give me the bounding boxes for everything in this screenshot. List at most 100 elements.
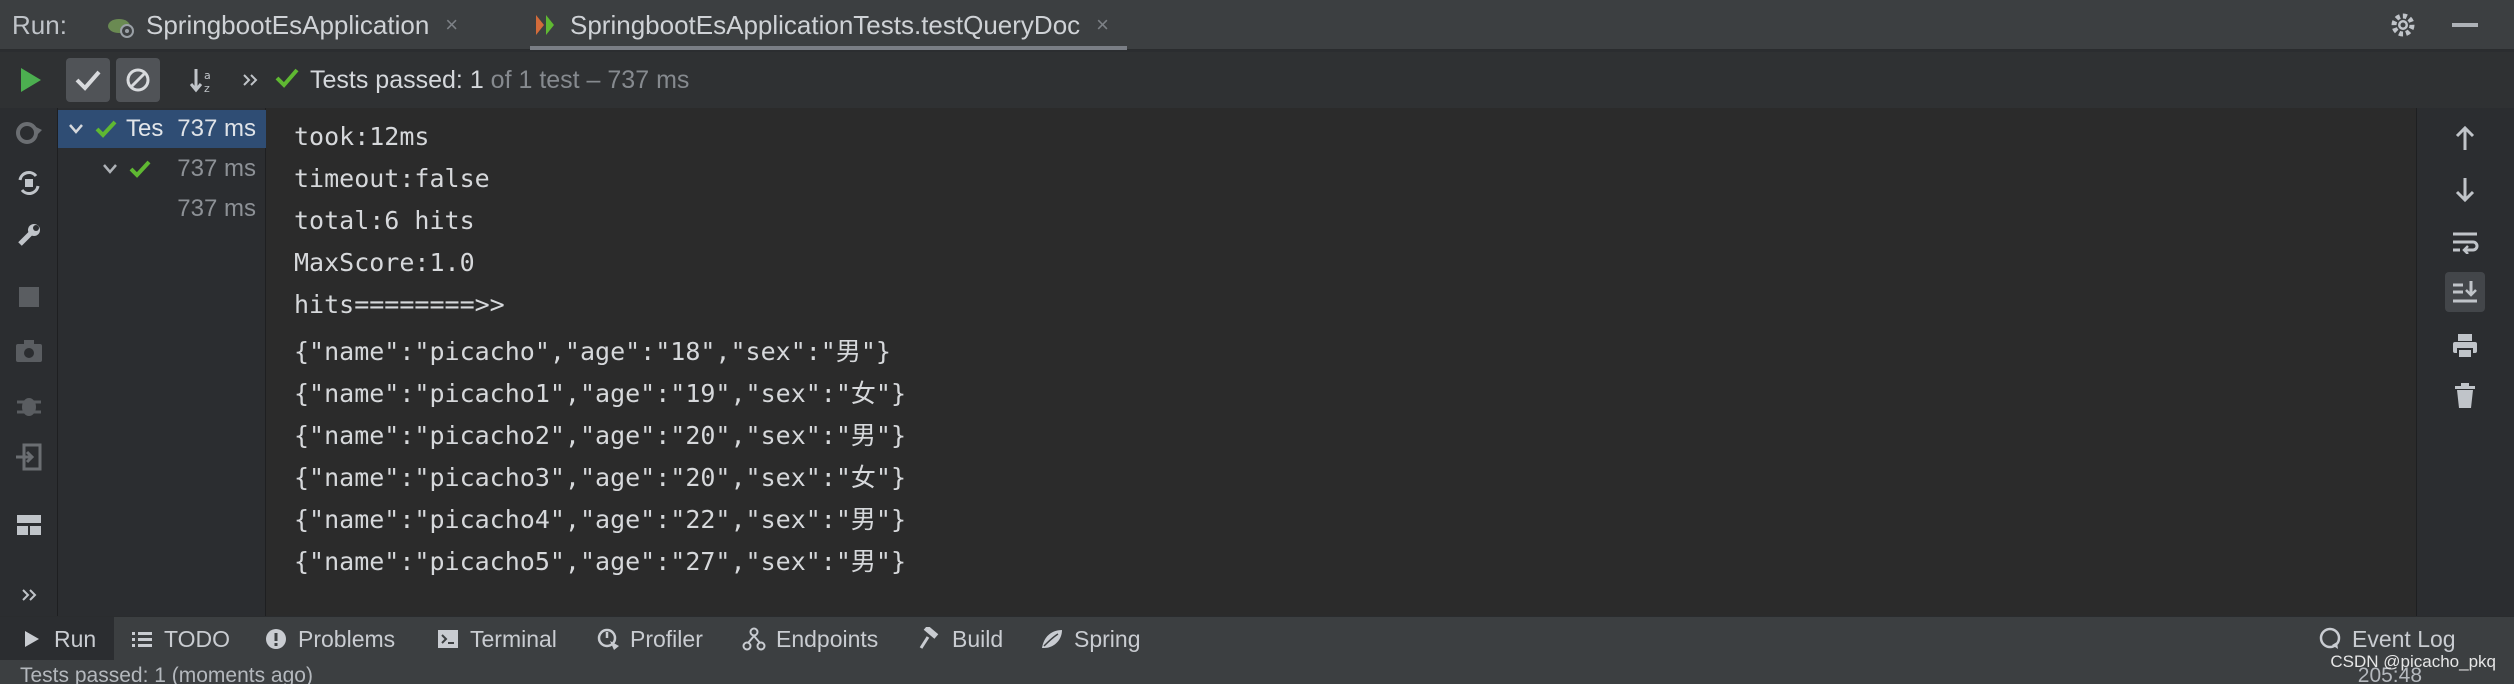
console-line: {"name":"picacho2","age":"20","sex":"男"}: [294, 421, 906, 450]
tool-window-profiler[interactable]: Profiler: [596, 617, 703, 661]
status-message[interactable]: Tests passed: 1 (moments ago): [20, 664, 313, 684]
print-icon[interactable]: [2445, 326, 2485, 366]
soft-wrap-icon[interactable]: [2445, 222, 2485, 262]
tool-window-todo[interactable]: TODO: [130, 617, 230, 661]
console-line: hits========>>: [294, 290, 505, 319]
tool-window-spring[interactable]: Spring: [1040, 617, 1140, 661]
tree-row-class[interactable]: 737 ms: [58, 150, 266, 188]
svg-text:z: z: [204, 82, 210, 95]
scroll-to-end-icon[interactable]: [2445, 272, 2485, 312]
status-bar: Tests passed: 1 (moments ago) 205:48: [0, 660, 2514, 684]
gear-icon[interactable]: [2388, 10, 2418, 40]
rerun-failed-icon[interactable]: [12, 116, 46, 150]
pass-check-icon: [94, 118, 118, 140]
console-line: {"name":"picacho3","age":"20","sex":"女"}: [294, 463, 906, 492]
console-line: timeout:false: [294, 164, 490, 193]
test-toolbar: az Tests passed: 1 of 1 test – 737 ms: [0, 52, 2514, 108]
debug-icon[interactable]: [12, 388, 46, 422]
console-line: {"name":"picacho1","age":"19","sex":"女"}: [294, 379, 906, 408]
status-prefix: Tests passed:: [310, 66, 463, 94]
list-icon: [130, 627, 154, 651]
test-status-summary: Tests passed: 1 of 1 test – 737 ms: [310, 66, 689, 95]
tree-item-duration: 737 ms: [177, 115, 256, 142]
tab-springboot-es-application[interactable]: SpringbootEsApplication ×: [106, 0, 458, 50]
arrow-up-icon[interactable]: [2445, 118, 2485, 158]
watermark: CSDN @picacho_pkq: [2330, 652, 2496, 671]
ignored-icon: [126, 68, 150, 92]
close-icon[interactable]: ×: [1096, 12, 1109, 38]
tool-window-run[interactable]: Run: [0, 617, 115, 661]
arrow-down-icon[interactable]: [2445, 170, 2485, 210]
tree-item-name: Tes: [126, 115, 164, 142]
tree-row-root[interactable]: Tes 737 ms: [58, 110, 266, 148]
import-icon[interactable]: [12, 440, 46, 474]
tool-window-build[interactable]: Build: [918, 617, 1003, 661]
chevron-down-icon[interactable]: [98, 163, 122, 175]
tool-window-label: Problems: [298, 625, 396, 652]
test-results-tree: Tes 737 ms 737 ms 737 ms: [58, 108, 266, 616]
sort-alpha-icon: az: [190, 69, 211, 95]
toggle-auto-test-icon[interactable]: [12, 166, 46, 200]
console-output[interactable]: took:12ms timeout:false total:6 hits Max…: [266, 108, 2416, 616]
passed-count: 1: [469, 66, 484, 94]
spring-leaf-icon: [1040, 627, 1064, 651]
run-label: Run:: [12, 10, 67, 40]
tab-label: SpringbootEsApplicationTests.testQueryDo…: [570, 9, 1081, 40]
tab-label: SpringbootEsApplication: [146, 9, 430, 40]
minimize-icon[interactable]: [2452, 23, 2478, 27]
chevron-double-right-icon[interactable]: [12, 578, 46, 612]
pass-check-icon: [128, 158, 152, 180]
console-side-toolbar: [2416, 108, 2514, 616]
rerun-button[interactable]: [8, 58, 52, 102]
tree-row-method[interactable]: 737 ms: [58, 190, 266, 228]
tool-window-terminal[interactable]: Terminal: [436, 617, 557, 661]
profiler-icon: [596, 627, 620, 651]
tree-item-duration: 737 ms: [177, 155, 256, 182]
tree-item-duration: 737 ms: [177, 195, 256, 222]
show-ignored-toggle[interactable]: [116, 58, 160, 102]
play-icon: [20, 627, 44, 651]
tool-window-label: Build: [952, 625, 1004, 652]
run-side-toolbar: [0, 108, 58, 616]
console-line: {"name":"picacho4","age":"22","sex":"男"}: [294, 505, 906, 534]
show-passed-toggle[interactable]: [66, 58, 110, 102]
tool-window-endpoints[interactable]: Endpoints: [742, 617, 878, 661]
trash-icon[interactable]: [2445, 376, 2485, 416]
run-tab-bar: Run: SpringbootEsApplication × Springboo…: [0, 0, 2514, 50]
stop-icon[interactable]: [12, 280, 46, 314]
event-log-label: Event Log: [2352, 625, 2456, 652]
tool-window-label: Profiler: [630, 625, 703, 652]
hammer-icon: [918, 627, 942, 651]
camera-icon[interactable]: [12, 334, 46, 368]
console-line: {"name":"picacho5","age":"27","sex":"男"}: [294, 547, 906, 576]
console-line: {"name":"picacho","age":"18","sex":"男"}: [294, 337, 891, 366]
play-icon: [21, 68, 41, 92]
info-icon: [264, 627, 288, 651]
chevron-down-icon[interactable]: [64, 123, 88, 135]
active-tab-indicator: [530, 46, 1128, 50]
status-suffix: of 1 test – 737 ms: [490, 66, 690, 94]
check-icon: [75, 70, 101, 91]
test-run-icon: [530, 10, 560, 40]
console-line: took:12ms: [294, 122, 430, 151]
pass-check-icon: [274, 66, 300, 95]
tool-window-label: Terminal: [470, 625, 557, 652]
tool-window-bar: Run TODO Problems Terminal Profiler Endp…: [0, 616, 2514, 661]
console-line: total:6 hits: [294, 206, 475, 235]
spring-app-icon: [106, 10, 136, 40]
terminal-icon: [436, 627, 460, 651]
tool-window-problems[interactable]: Problems: [264, 617, 395, 661]
tab-testquerydoc[interactable]: SpringbootEsApplicationTests.testQueryDo…: [530, 0, 1128, 50]
svg-text:a: a: [204, 69, 211, 82]
layout-icon[interactable]: [12, 508, 46, 542]
tool-window-label: TODO: [164, 625, 231, 652]
sort-button[interactable]: az: [184, 58, 228, 102]
console-line: MaxScore:1.0: [294, 248, 475, 277]
speech-bubble-icon: [2318, 627, 2342, 651]
wrench-icon[interactable]: [12, 218, 46, 252]
tool-window-label: Endpoints: [776, 625, 879, 652]
more-actions-button[interactable]: [228, 58, 272, 102]
tool-window-label: Spring: [1074, 625, 1141, 652]
chevron-double-right-icon: [243, 74, 258, 86]
close-icon[interactable]: ×: [445, 12, 458, 38]
